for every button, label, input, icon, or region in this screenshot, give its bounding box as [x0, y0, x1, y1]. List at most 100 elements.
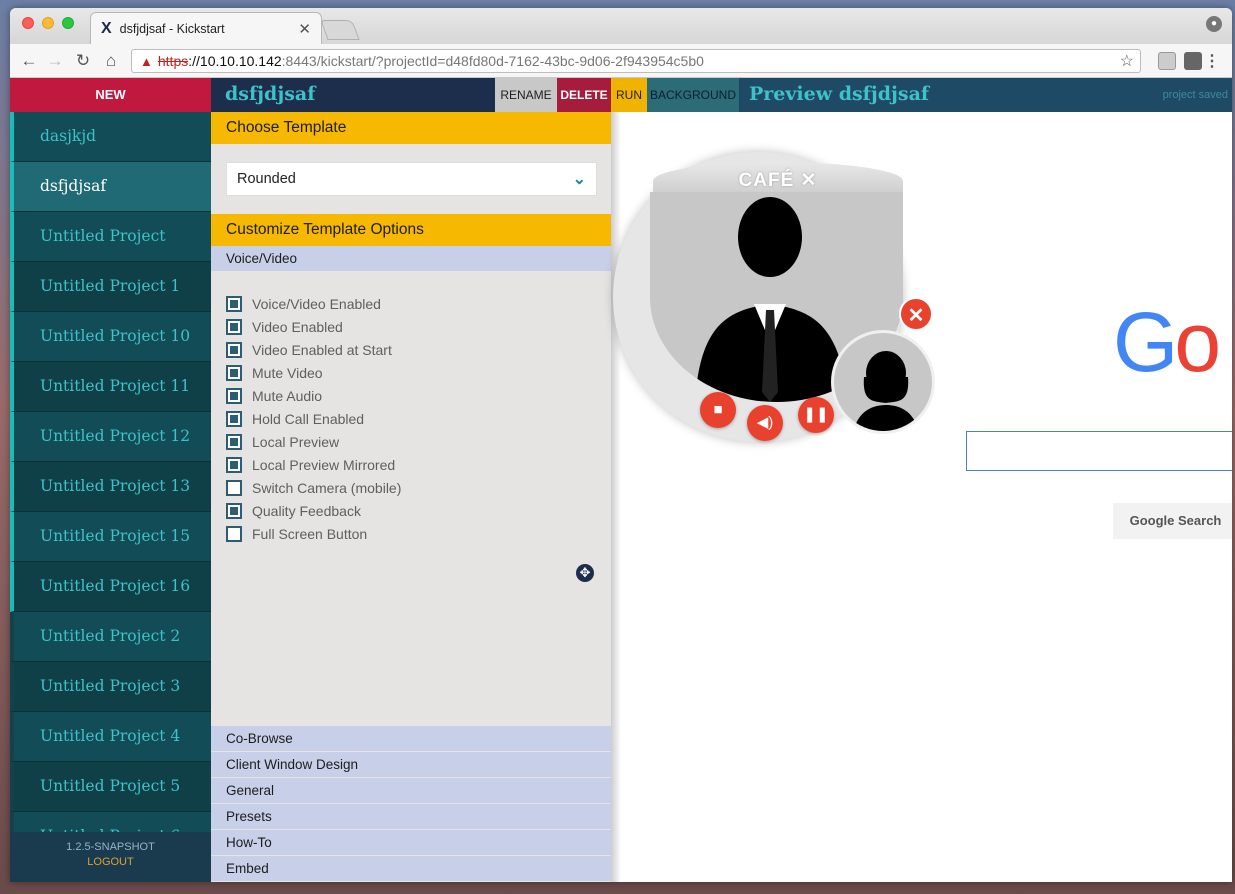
option-row[interactable]: Video Enabled at Start — [226, 338, 611, 361]
cafex-logo: CAFÉ ✕ — [738, 170, 818, 191]
project-item[interactable]: Untitled Project 5 — [10, 762, 211, 812]
option-row[interactable]: Quality Feedback — [226, 499, 611, 522]
extension-icon[interactable] — [1184, 52, 1202, 70]
project-list[interactable]: dasjkjd dsfjdjsaf Untitled Project Untit… — [10, 112, 211, 832]
call-widget[interactable]: CAFÉ ✕ ■ ◀) ❚❚ — [613, 152, 935, 442]
run-button[interactable]: RUN — [611, 78, 647, 112]
bookmark-star-icon[interactable]: ☆ — [1120, 51, 1134, 71]
option-label: Switch Camera (mobile) — [252, 479, 402, 496]
project-item[interactable]: Untitled Project 12 — [10, 412, 211, 462]
section-accordion: Co-Browse Client Window Design General P… — [211, 726, 611, 882]
back-icon[interactable]: ← — [18, 50, 40, 72]
project-item[interactable]: Untitled Project 3 — [10, 662, 211, 712]
option-label: Hold Call Enabled — [252, 410, 365, 427]
version-label: 1.2.5-SNAPSHOT — [66, 841, 155, 853]
project-item[interactable]: Untitled Project 6 — [10, 812, 211, 832]
project-title: dsfjdjsaf — [225, 83, 316, 105]
minimize-window-button[interactable] — [42, 17, 54, 29]
checkbox[interactable] — [226, 525, 242, 542]
project-item[interactable]: Untitled Project 4 — [10, 712, 211, 762]
project-item[interactable]: Untitled Project 15 — [10, 512, 211, 562]
profile-icon[interactable]: ● — [1206, 16, 1222, 32]
new-project-button[interactable]: NEW — [10, 78, 211, 112]
project-item[interactable]: Untitled Project 10 — [10, 312, 211, 362]
option-row[interactable]: Mute Video — [226, 361, 611, 384]
tab-strip: X dsfjdjsaf - Kickstart ✕ ● — [10, 8, 1232, 44]
forward-icon[interactable]: → — [44, 50, 66, 72]
close-window-button[interactable] — [22, 17, 34, 29]
project-item[interactable]: Untitled Project 11 — [10, 362, 211, 412]
checkbox[interactable] — [226, 456, 242, 473]
logout-link[interactable]: LOGOUT — [10, 856, 211, 868]
accordion-voice-video[interactable]: Voice/Video — [211, 246, 611, 272]
local-preview-avatar — [831, 330, 935, 434]
delete-button[interactable]: DELETE — [557, 78, 611, 112]
home-icon[interactable]: ⌂ — [100, 50, 122, 72]
checkbox[interactable] — [226, 318, 242, 335]
preview-title: Preview dsfjdjsaf — [749, 83, 930, 105]
project-item[interactable]: Untitled Project 1 — [10, 262, 211, 312]
template-select[interactable]: Rounded ⌄ — [226, 162, 597, 196]
project-item[interactable]: Untitled Project 13 — [10, 462, 211, 512]
speaker-icon[interactable]: ◀) — [747, 405, 783, 441]
option-row[interactable]: Local Preview Mirrored — [226, 453, 611, 476]
checkbox[interactable] — [226, 502, 242, 519]
new-tab-button[interactable] — [320, 20, 360, 40]
google-search-button[interactable]: Google Search — [1113, 503, 1232, 539]
template-select-value: Rounded — [237, 171, 296, 187]
address-bar[interactable]: ▲ https://10.10.10.142:8443/kickstart/?p… — [131, 49, 1141, 73]
not-secure-warning-icon[interactable]: ▲ — [140, 54, 153, 69]
accordion-client-window-design[interactable]: Client Window Design — [211, 752, 611, 778]
google-search-input[interactable] — [966, 431, 1232, 471]
preview-shadow — [611, 112, 621, 882]
browser-tab[interactable]: X dsfjdjsaf - Kickstart ✕ — [90, 12, 322, 44]
template-select-wrap: Rounded ⌄ — [211, 144, 611, 214]
zoom-window-button[interactable] — [62, 17, 74, 29]
browser-menu-icon[interactable]: ⋮ — [1204, 51, 1220, 71]
checkbox[interactable] — [226, 364, 242, 381]
option-row[interactable]: Video Enabled — [226, 315, 611, 338]
preview-pane: CAFÉ ✕ ■ ◀) ❚❚ ✕ Go Google Search — [611, 112, 1232, 882]
extension-icon[interactable] — [1158, 52, 1176, 70]
background-button[interactable]: BACKGROUND — [647, 78, 739, 112]
choose-template-header[interactable]: Choose Template — [211, 112, 611, 144]
project-item-active[interactable]: dsfjdjsaf — [10, 162, 211, 212]
option-row[interactable]: Mute Audio — [226, 384, 611, 407]
project-item[interactable]: Untitled Project 2 — [10, 612, 211, 662]
rename-button[interactable]: RENAME — [495, 78, 557, 112]
voice-video-options: Voice/Video Enabled Video Enabled Video … — [211, 272, 611, 697]
checkbox[interactable] — [226, 410, 242, 427]
google-logo-letter: G — [1113, 295, 1178, 389]
tab-title: dsfjdjsaf - Kickstart — [119, 21, 225, 36]
option-row[interactable]: Hold Call Enabled — [226, 407, 611, 430]
end-call-close-icon[interactable]: ✕ — [899, 297, 933, 331]
accordion-co-browse[interactable]: Co-Browse — [211, 726, 611, 752]
reload-icon[interactable]: ↻ — [72, 50, 94, 72]
project-item[interactable]: Untitled Project 16 — [10, 562, 211, 612]
option-label: Video Enabled at Start — [252, 341, 392, 358]
checkbox[interactable] — [226, 433, 242, 450]
accordion-general[interactable]: General — [211, 778, 611, 804]
tab-close-icon[interactable]: ✕ — [298, 20, 311, 38]
option-row[interactable]: Full Screen Button — [226, 522, 611, 545]
browser-window: X dsfjdjsaf - Kickstart ✕ ● ← → ↻ ⌂ ▲ ht… — [10, 8, 1232, 882]
customize-options-header[interactable]: Customize Template Options — [211, 214, 611, 246]
pause-icon[interactable]: ❚❚ — [798, 397, 834, 433]
option-row[interactable]: Switch Camera (mobile) — [226, 476, 611, 499]
checkbox[interactable] — [226, 341, 242, 358]
accordion-embed[interactable]: Embed — [211, 856, 611, 882]
move-icon[interactable]: ✥ — [576, 564, 594, 582]
option-row[interactable]: Local Preview — [226, 430, 611, 453]
project-item[interactable]: dasjkjd — [10, 112, 211, 162]
checkbox[interactable] — [226, 295, 242, 312]
project-item[interactable]: Untitled Project — [10, 212, 211, 262]
project-header: dsfjdjsaf RENAME DELETE RUN BACKGROUND p… — [211, 78, 1232, 112]
checkbox[interactable] — [226, 479, 242, 496]
checkbox[interactable] — [226, 387, 242, 404]
camera-icon[interactable]: ■ — [700, 392, 736, 428]
accordion-presets[interactable]: Presets — [211, 804, 611, 830]
accordion-how-to[interactable]: How-To — [211, 830, 611, 856]
option-row[interactable]: Voice/Video Enabled — [226, 292, 611, 315]
sidebar-footer: 1.2.5-SNAPSHOT LOGOUT — [10, 832, 211, 882]
options-panel: Choose Template Rounded ⌄ Customize Temp… — [211, 112, 611, 882]
